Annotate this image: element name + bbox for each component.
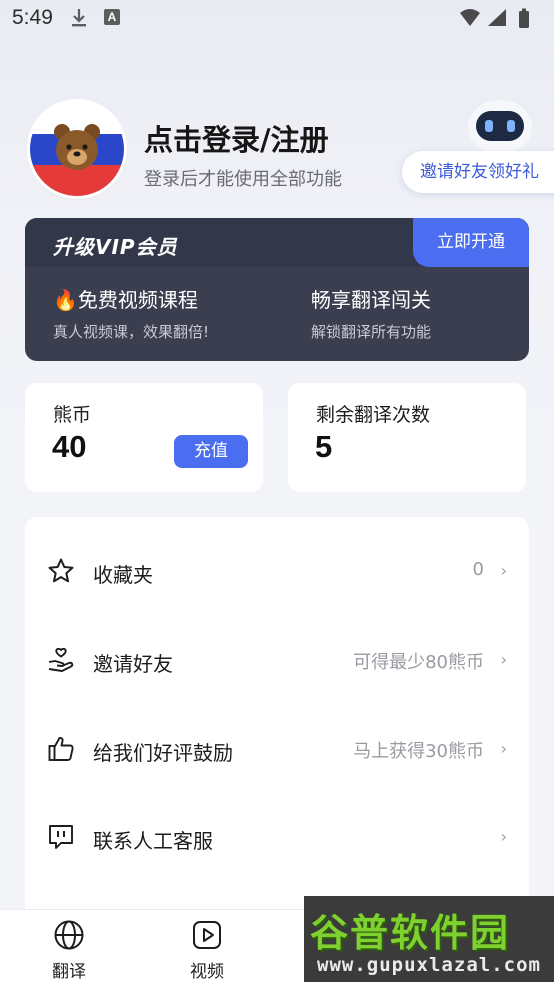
status-bar: 5:49 A	[0, 0, 554, 40]
watermark-logo: 谷普软件园 www.gupuxlazal.com	[304, 896, 554, 982]
chat-support-icon	[47, 823, 75, 851]
chevron-right-icon: ›	[500, 739, 507, 758]
vip-feature-subtitle: 解锁翻译所有功能	[311, 323, 432, 341]
menu-list: 收藏夹 0 › 邀请好友 可得最少80熊币 › 给我们好评鼓励 马上获得30熊币…	[25, 517, 529, 917]
menu-item-support[interactable]: 联系人工客服 ›	[25, 793, 529, 881]
vip-card[interactable]: 升级VIP会员 立即开通 🔥免费视频课程 真人视频课，效果翻倍! 畅享翻译闯关 …	[25, 218, 529, 361]
login-subtitle: 登录后才能使用全部功能	[144, 169, 342, 190]
remaining-label: 剩余翻译次数	[316, 404, 431, 426]
menu-item-value: 0	[472, 559, 484, 580]
vip-open-button[interactable]: 立即开通	[413, 218, 529, 267]
menu-item-label: 给我们好评鼓励	[93, 741, 233, 765]
menu-item-value: 马上获得30熊币	[353, 741, 484, 762]
star-icon	[47, 557, 75, 585]
tab-label: 翻译	[52, 962, 86, 982]
battery-icon	[519, 8, 529, 28]
status-right-icons	[458, 7, 544, 33]
login-title[interactable]: 点击登录/注册	[144, 117, 329, 159]
a-notification-icon: A	[104, 9, 120, 25]
vip-feature-subtitle: 真人视频课，效果翻倍!	[53, 323, 210, 341]
watermark-title: 谷普软件园	[310, 911, 511, 955]
tab-label: 视频	[190, 962, 224, 982]
bear-avatar-icon	[30, 102, 124, 196]
signal-icon	[488, 9, 506, 26]
vip-feature-videos: 🔥免费视频课程 真人视频课，效果翻倍!	[53, 284, 209, 342]
tab-translate[interactable]: 翻译	[0, 910, 138, 984]
hand-heart-icon	[47, 646, 75, 674]
video-play-icon	[193, 921, 221, 949]
menu-item-favorites[interactable]: 收藏夹 0 ›	[25, 527, 529, 615]
menu-item-label: 邀请好友	[93, 652, 173, 676]
coins-value: 40	[52, 429, 87, 464]
vip-feature-translate: 畅享翻译闯关 解锁翻译所有功能	[311, 284, 431, 342]
chevron-right-icon: ›	[500, 650, 507, 669]
menu-item-label: 收藏夹	[93, 563, 153, 587]
chevron-right-icon: ›	[500, 827, 507, 846]
tab-video[interactable]: 视频	[138, 910, 276, 984]
menu-item-invite[interactable]: 邀请好友 可得最少80熊币 ›	[25, 616, 529, 704]
recharge-button[interactable]: 充值	[174, 435, 248, 468]
thumbs-up-icon	[47, 735, 75, 763]
avatar[interactable]	[30, 102, 124, 196]
wifi-icon	[460, 9, 480, 26]
invite-friends-pill[interactable]: 邀请好友领好礼	[402, 151, 554, 193]
chevron-right-icon: ›	[500, 561, 507, 580]
remaining-card: 剩余翻译次数 5	[288, 383, 526, 492]
globe-icon	[54, 920, 84, 950]
menu-item-label: 联系人工客服	[93, 829, 213, 853]
vip-feature-title: 🔥免费视频课程	[53, 288, 198, 312]
status-time: 5:49	[12, 6, 53, 29]
watermark-url: www.gupuxlazal.com	[317, 954, 541, 976]
menu-item-value: 可得最少80熊币	[353, 652, 484, 673]
vip-feature-title: 畅享翻译闯关	[311, 288, 431, 312]
coins-card: 熊币 40 充值	[25, 383, 263, 492]
menu-item-review[interactable]: 给我们好评鼓励 马上获得30熊币 ›	[25, 705, 529, 793]
download-icon	[70, 8, 88, 32]
remaining-value: 5	[315, 429, 333, 464]
profile-header: 点击登录/注册 登录后才能使用全部功能 邀请好友领好礼	[0, 95, 554, 205]
coins-label: 熊币	[53, 404, 92, 426]
vip-title: 升级VIP会员	[53, 235, 178, 259]
